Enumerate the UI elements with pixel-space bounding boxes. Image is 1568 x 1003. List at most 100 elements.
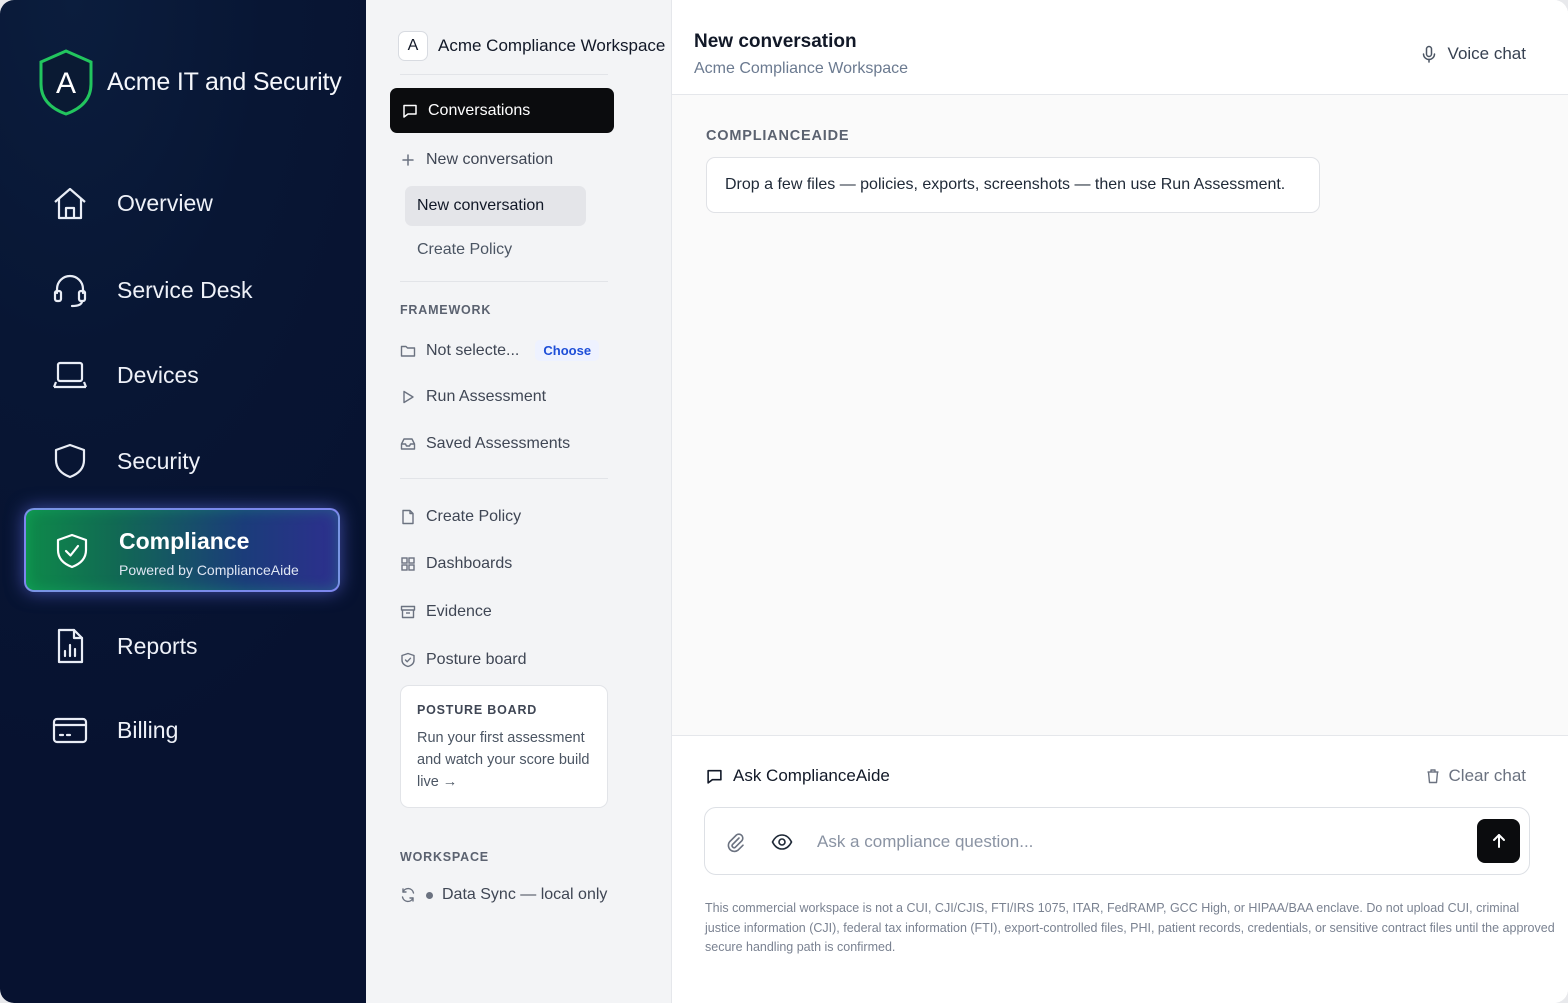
app-window: A Acme IT and Security Overview Service … <box>0 0 1568 1003</box>
create-policy-item[interactable]: Create Policy <box>400 508 521 526</box>
chat-bubble-icon <box>403 104 417 118</box>
laptop-icon <box>51 356 89 394</box>
nav-item-service-desk[interactable]: Service Desk <box>24 247 340 333</box>
headset-icon <box>51 271 89 309</box>
posture-card-title: POSTURE BOARD <box>417 703 538 717</box>
workspace-section-label: WORKSPACE <box>400 850 489 864</box>
nav-item-security[interactable]: Security <box>24 418 340 504</box>
plus-icon <box>402 154 414 166</box>
data-sync-item[interactable]: Data Sync — local only <box>400 886 607 904</box>
eye-icon[interactable] <box>771 831 793 853</box>
chat-input[interactable] <box>817 822 1457 862</box>
chat-header: New conversation Acme Compliance Workspa… <box>672 0 1568 95</box>
conversation-item-label: New conversation <box>417 197 545 214</box>
new-conversation-button[interactable]: New conversation <box>400 151 553 169</box>
archive-icon <box>400 605 416 619</box>
folder-icon <box>400 345 416 357</box>
brand: A Acme IT and Security <box>38 48 342 116</box>
posture-board-label: Posture board <box>426 651 527 668</box>
nav-label: Devices <box>117 361 199 388</box>
nav-sublabel: Powered by ComplianceAide <box>119 562 299 578</box>
play-icon <box>403 390 414 404</box>
nav-label: Security <box>117 447 201 474</box>
evidence-item[interactable]: Evidence <box>400 603 492 621</box>
data-sync-label: Data Sync — local only <box>442 886 608 903</box>
voice-chat-button[interactable]: Voice chat <box>1420 44 1526 64</box>
conversations-label: Conversations <box>428 101 531 119</box>
nav-label: Overview <box>117 189 213 216</box>
clear-chat-label: Clear chat <box>1448 766 1526 785</box>
home-icon <box>51 184 89 222</box>
conversation-item[interactable]: Create Policy <box>417 241 512 259</box>
workspace-name: Acme Compliance Workspace <box>438 36 666 55</box>
sync-icon <box>401 887 415 903</box>
report-icon <box>51 627 89 665</box>
evidence-label: Evidence <box>426 603 492 620</box>
posture-board-item[interactable]: Posture board <box>400 651 527 669</box>
shield-check-icon <box>401 652 415 668</box>
shield-icon <box>51 442 89 480</box>
ask-header: Ask ComplianceAide <box>706 766 890 786</box>
dashboards-item[interactable]: Dashboards <box>400 555 512 573</box>
conversations-button[interactable]: Conversations <box>390 88 614 133</box>
nav-item-billing[interactable]: Billing <box>24 687 340 773</box>
nav-item-reports[interactable]: Reports <box>24 603 340 689</box>
nav-item-overview[interactable]: Overview <box>24 160 340 246</box>
disclaimer-text: This commercial workspace is not a CUI, … <box>705 901 1555 954</box>
assistant-message-text: Drop a few files — policies, exports, sc… <box>725 176 1286 193</box>
chat-bubble-icon <box>707 769 722 784</box>
voice-chat-label: Voice chat <box>1447 44 1526 63</box>
nav-item-devices[interactable]: Devices <box>24 332 340 418</box>
new-conversation-label: New conversation <box>426 151 554 168</box>
nav-label: Billing <box>117 716 179 743</box>
run-assessment-label: Run Assessment <box>426 388 547 405</box>
framework-value: Not selecte... <box>426 341 520 359</box>
divider <box>400 478 608 479</box>
nav-label: Reports <box>117 632 198 659</box>
paperclip-icon[interactable] <box>724 831 746 853</box>
chat-subtitle: Acme Compliance Workspace <box>694 60 909 77</box>
posture-card-body: Run your first assessment and watch your… <box>417 730 590 790</box>
framework-selector[interactable]: Not selecte... Choose <box>400 340 600 361</box>
nav-item-compliance[interactable]: Compliance Powered by ComplianceAide <box>24 508 340 592</box>
workspace-panel: A Acme Compliance Workspace Conversation… <box>366 0 672 1003</box>
chat-title: New conversation <box>694 31 857 52</box>
divider <box>400 281 608 282</box>
conversation-item-selected[interactable]: New conversation <box>405 186 586 226</box>
dashboards-label: Dashboards <box>426 555 513 572</box>
shield-logo-icon: A <box>39 49 93 116</box>
inbox-icon <box>400 438 416 450</box>
framework-section-label: FRAMEWORK <box>400 303 492 317</box>
choose-framework-button[interactable]: Choose <box>535 340 600 361</box>
assistant-name: COMPLIANCEAIDE <box>706 128 850 144</box>
run-assessment-item[interactable]: Run Assessment <box>400 388 546 406</box>
status-dot <box>426 891 433 899</box>
workspace-header[interactable]: A Acme Compliance Workspace <box>398 31 665 61</box>
trash-icon <box>1427 769 1439 784</box>
ask-label: Ask ComplianceAide <box>733 766 890 785</box>
main-sidebar: A Acme IT and Security Overview Service … <box>0 0 366 1003</box>
credit-card-icon <box>51 711 89 749</box>
microphone-icon <box>1422 45 1435 63</box>
grid-icon <box>401 557 415 571</box>
logo-letter: A <box>56 67 76 100</box>
chat-main: New conversation Acme Compliance Workspa… <box>672 0 1568 1003</box>
workspace-avatar: A <box>398 31 428 61</box>
posture-board-card[interactable]: POSTURE BOARD Run your first assessment … <box>400 685 608 808</box>
saved-assessments-item[interactable]: Saved Assessments <box>400 435 570 453</box>
clear-chat-button[interactable]: Clear chat <box>1425 766 1526 786</box>
send-button[interactable] <box>1477 819 1520 863</box>
document-icon <box>402 509 414 525</box>
divider <box>400 74 608 75</box>
shield-check-icon <box>53 532 91 570</box>
create-policy-label: Create Policy <box>426 508 522 525</box>
assistant-message: Drop a few files — policies, exports, sc… <box>706 157 1320 213</box>
brand-title: Acme IT and Security <box>107 67 342 96</box>
conversation-item-label: Create Policy <box>417 241 513 258</box>
composer: Ask ComplianceAide Clear chat This comme… <box>672 735 1568 1003</box>
nav-label: Service Desk <box>117 276 253 303</box>
chat-input-box <box>704 807 1530 875</box>
saved-assessments-label: Saved Assessments <box>426 435 571 452</box>
arrow-up-icon <box>1492 834 1505 848</box>
nav-label: Compliance <box>119 528 250 554</box>
